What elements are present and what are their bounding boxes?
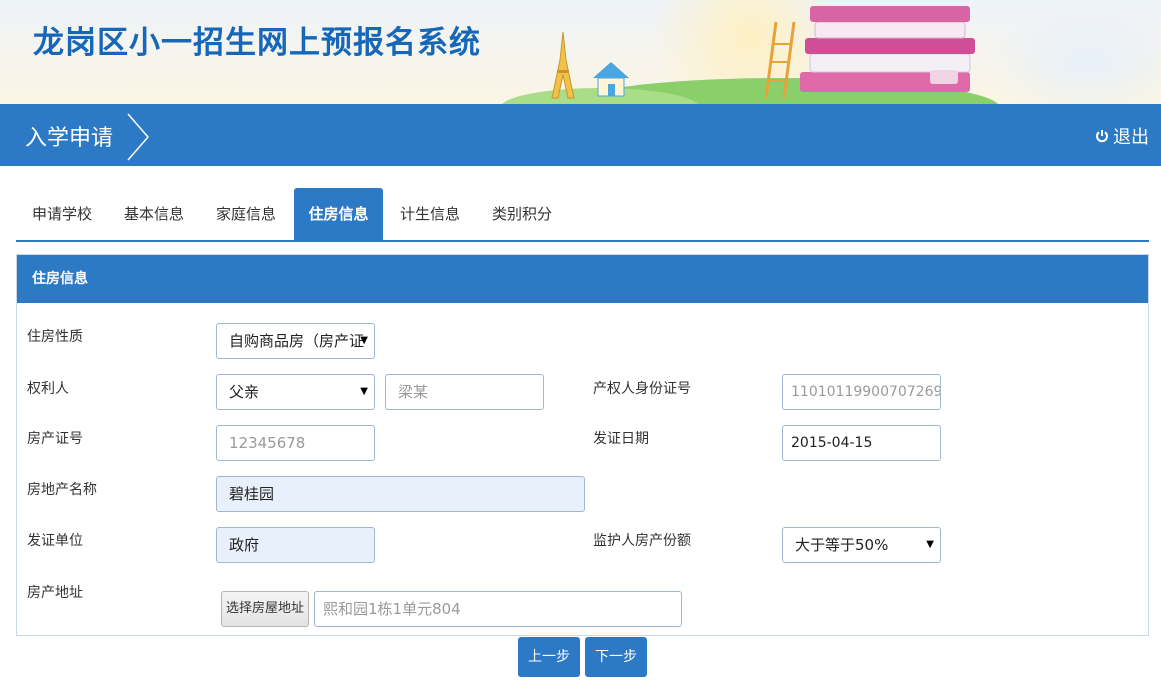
header-banner: 龙岗区小一招生网上预报名系统 bbox=[0, 0, 1161, 104]
owner-name-input[interactable]: 梁某 bbox=[385, 374, 544, 410]
housing-type-label: 住房性质 bbox=[27, 329, 83, 345]
address-input[interactable]: 熙和园1栋1单元804 bbox=[314, 591, 682, 627]
next-step-button[interactable]: 下一步 bbox=[585, 637, 647, 677]
site-title: 龙岗区小一招生网上预报名系统 bbox=[33, 25, 481, 61]
issue-date-label: 发证日期 bbox=[593, 431, 649, 447]
top-navbar: 入学申请 退出 bbox=[0, 104, 1161, 166]
cert-no-label: 房产证号 bbox=[27, 431, 83, 447]
prev-step-button[interactable]: 上一步 bbox=[518, 637, 580, 677]
tab-family-planning-info[interactable]: 计生信息 bbox=[386, 188, 474, 240]
housing-info-panel: 住房信息 bbox=[16, 254, 1149, 636]
tab-apply-school[interactable]: 申请学校 bbox=[18, 188, 106, 240]
guardian-share-select[interactable]: 大于等于50% bbox=[782, 527, 941, 563]
tab-category-points[interactable]: 类别积分 bbox=[478, 188, 566, 240]
tab-family-info[interactable]: 家庭信息 bbox=[202, 188, 290, 240]
owner-id-label: 产权人身份证号 bbox=[593, 381, 691, 397]
page-root: 龙岗区小一招生网上预报名系统 入学申请 退出 申请学校 基本信息 家庭信息 住房… bbox=[0, 0, 1161, 688]
issuer-label: 发证单位 bbox=[27, 533, 83, 549]
house-icon bbox=[593, 62, 629, 97]
tab-bar: 申请学校 基本信息 家庭信息 住房信息 计生信息 类别积分 bbox=[16, 188, 1149, 242]
tab-housing-info[interactable]: 住房信息 bbox=[294, 188, 383, 240]
logout-label: 退出 bbox=[1113, 127, 1149, 148]
logout-button[interactable]: 退出 bbox=[1095, 123, 1149, 149]
panel-title: 住房信息 bbox=[17, 255, 1148, 303]
tab-basic-info[interactable]: 基本信息 bbox=[110, 188, 198, 240]
select-address-button[interactable]: 选择房屋地址 bbox=[221, 591, 309, 627]
power-icon bbox=[1096, 130, 1108, 143]
banner-cloud-decoration bbox=[980, 0, 1160, 104]
issuer-input[interactable]: 政府 bbox=[216, 527, 375, 563]
breadcrumb-chevron-icon bbox=[127, 113, 149, 161]
estate-name-input[interactable]: 碧桂园 bbox=[216, 476, 585, 512]
estate-name-label: 房地产名称 bbox=[27, 482, 97, 498]
cert-no-input[interactable]: 12345678 bbox=[216, 425, 375, 461]
guardian-share-label: 监护人房产份额 bbox=[593, 533, 691, 549]
eiffel-tower-icon bbox=[551, 31, 575, 99]
owner-id-input[interactable]: 110101199007072698 bbox=[782, 374, 941, 410]
housing-type-select[interactable]: 自购商品房（房产证 bbox=[216, 323, 375, 359]
owner-label: 权利人 bbox=[27, 381, 69, 397]
address-label: 房产地址 bbox=[27, 585, 83, 601]
book-stack-icon bbox=[800, 6, 975, 92]
issue-date-input[interactable]: 2015-04-15 bbox=[782, 425, 941, 461]
section-title: 入学申请 bbox=[25, 126, 114, 151]
owner-relation-select[interactable]: 父亲 bbox=[216, 374, 375, 410]
